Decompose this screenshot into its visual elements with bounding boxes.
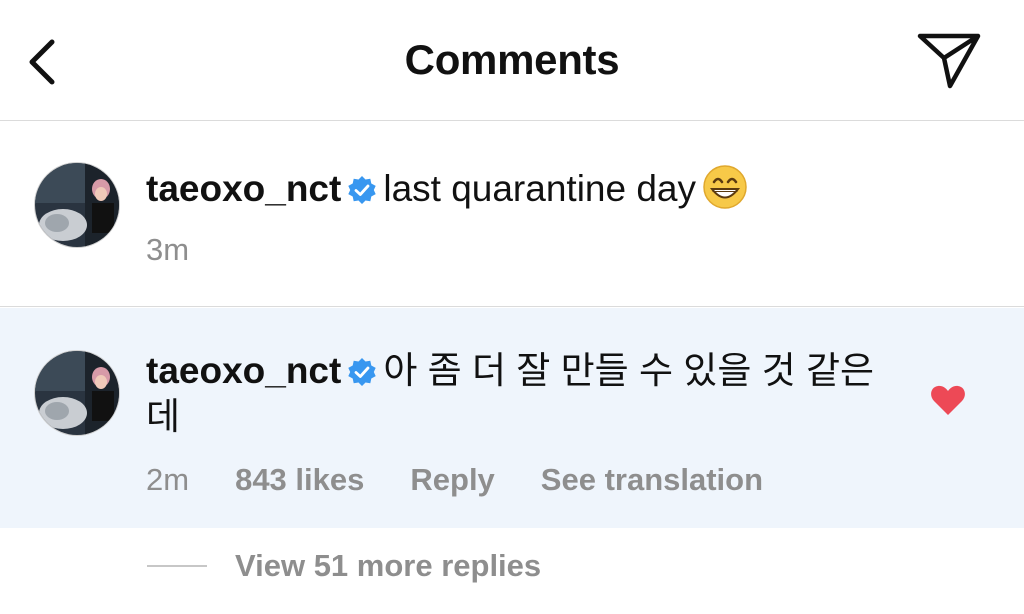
comment-item: taeoxo_nct last quarantine day 3m — [0, 122, 1024, 307]
paper-plane-icon[interactable] — [916, 30, 982, 90]
see-translation-button[interactable]: See translation — [541, 462, 763, 498]
reply-button[interactable]: Reply — [410, 462, 494, 498]
verified-badge-icon — [348, 176, 377, 204]
divider-line — [147, 565, 207, 567]
view-more-replies-button[interactable]: View 51 more replies — [147, 548, 541, 584]
comment-meta: 2m 843 likes Reply See translation — [146, 462, 886, 498]
avatar[interactable] — [34, 162, 120, 248]
comment-meta: 3m — [146, 232, 906, 268]
timestamp: 2m — [146, 462, 190, 497]
comment-body: taeoxo_nct last quarantine day 3m — [146, 164, 906, 268]
comment-item: taeoxo_nct 아 좀 더 잘 만들 수 있을 것 같은데 2m 843 … — [0, 308, 1024, 528]
header-bar: Comments — [0, 0, 1024, 121]
comment-text: last quarantine day — [383, 168, 697, 209]
comment-body: taeoxo_nct 아 좀 더 잘 만들 수 있을 것 같은데 2m 843 … — [146, 348, 886, 498]
timestamp: 3m — [146, 232, 190, 267]
comment-text-line: taeoxo_nct last quarantine day — [146, 164, 906, 212]
likes-count[interactable]: 843 likes — [235, 462, 364, 498]
avatar[interactable] — [34, 350, 120, 436]
verified-badge-icon — [348, 358, 377, 386]
username[interactable]: taeoxo_nct — [146, 350, 341, 391]
grinning-face-emoji-icon — [703, 165, 747, 209]
page-title: Comments — [404, 36, 620, 83]
username[interactable]: taeoxo_nct — [146, 168, 341, 209]
view-more-replies-label: View 51 more replies — [235, 548, 542, 583]
heart-icon[interactable] — [930, 384, 966, 416]
comment-text-line: taeoxo_nct 아 좀 더 잘 만들 수 있을 것 같은데 — [146, 348, 886, 440]
